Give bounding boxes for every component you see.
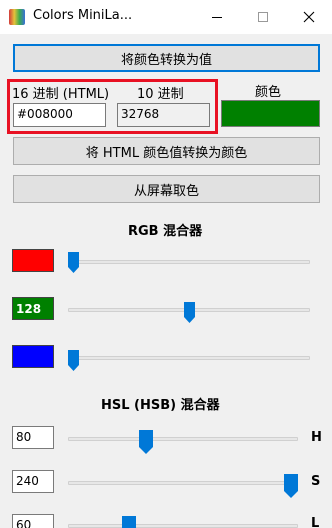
dec-label: 10 进制 — [137, 87, 184, 102]
hue-slider-track[interactable] — [68, 437, 298, 441]
pick-from-screen-button[interactable]: 从屏幕取色 — [13, 175, 320, 203]
green-value-box[interactable]: 128 — [12, 297, 54, 320]
lightness-value-box[interactable]: 60 — [12, 514, 54, 528]
saturation-slider-track[interactable] — [68, 481, 298, 485]
convert-to-value-button[interactable]: 将颜色转换为值 — [13, 44, 320, 72]
blue-slider-thumb[interactable] — [68, 350, 79, 371]
hsl-mixer-title: HSL (HSB) 混合器 — [101, 398, 220, 413]
red-value-box[interactable] — [12, 249, 54, 272]
app-icon — [9, 9, 25, 25]
minimize-icon — [212, 16, 222, 18]
saturation-value-box[interactable]: 240 — [12, 470, 54, 493]
saturation-slider-thumb[interactable] — [284, 474, 298, 498]
rgb-mixer-title: RGB 混合器 — [128, 224, 203, 239]
color-swatch — [221, 100, 320, 127]
lightness-letter: L — [311, 516, 320, 528]
red-slider-thumb[interactable] — [68, 252, 79, 273]
green-slider-thumb[interactable] — [183, 302, 195, 323]
dec-input[interactable]: 32768 — [117, 103, 210, 127]
maximize-button[interactable] — [240, 0, 286, 34]
hex-input[interactable]: #008000 — [13, 103, 106, 127]
lightness-slider-track[interactable] — [68, 524, 298, 528]
blue-value-box[interactable] — [12, 345, 54, 368]
window-title: Colors MiniLa... — [33, 8, 133, 23]
close-button[interactable] — [286, 0, 332, 34]
minimize-button[interactable] — [194, 0, 240, 34]
hue-slider-thumb[interactable] — [139, 430, 154, 454]
color-label: 颜色 — [255, 85, 282, 100]
hue-value-box[interactable]: 80 — [12, 426, 54, 449]
saturation-letter: S — [311, 474, 321, 489]
close-icon — [303, 11, 315, 23]
convert-html-to-color-button[interactable]: 将 HTML 颜色值转换为颜色 — [13, 137, 320, 165]
lightness-slider-thumb[interactable] — [122, 516, 136, 528]
blue-slider-track[interactable] — [68, 356, 310, 360]
hex-label: 16 进制 (HTML) — [12, 87, 110, 102]
hue-letter: H — [311, 430, 322, 445]
maximize-icon — [258, 12, 268, 22]
red-slider-track[interactable] — [68, 260, 310, 264]
